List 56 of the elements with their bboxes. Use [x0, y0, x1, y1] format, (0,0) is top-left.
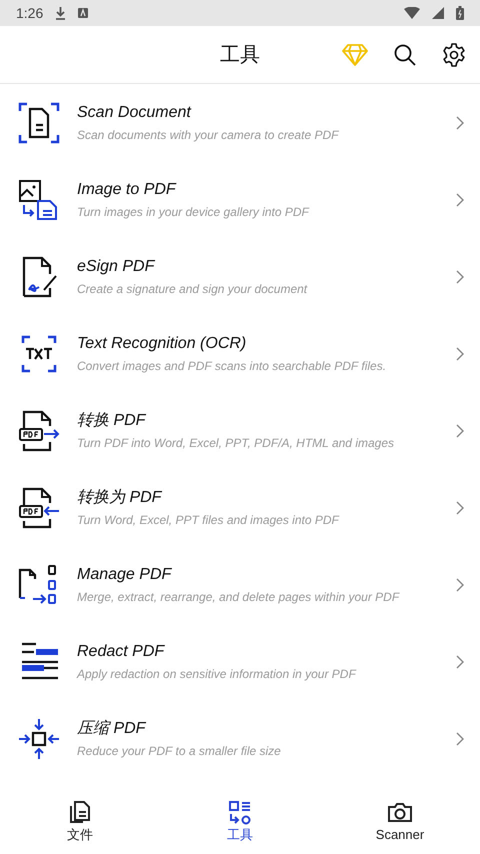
chevron-right-icon	[456, 654, 464, 668]
tool-title: Manage PDF	[77, 564, 173, 584]
status-time: 1:26	[16, 4, 44, 22]
scan-document-icon	[18, 102, 60, 144]
chevron-right-icon	[456, 346, 464, 360]
chevron-right-icon	[456, 116, 464, 130]
tool-description: Turn Word, Excel, PPT files and images into PDF	[77, 512, 340, 528]
tool-title: Redact PDF	[77, 642, 166, 662]
chevron-right-icon	[456, 424, 464, 438]
tool-description: Apply redaction on sensitive information in your PDF	[77, 666, 358, 682]
document-icon	[68, 801, 92, 825]
tool-item[interactable]: 压缩 PDF Reduce your PDF to a smaller file size	[0, 700, 480, 777]
tool-title: 转换为 PDF	[77, 488, 164, 508]
page-title: 工具	[219, 42, 261, 68]
tool-item[interactable]: Scan Document Scan documents with your camera to create PDF	[0, 84, 480, 161]
compress-icon	[18, 718, 60, 760]
notification-icon	[78, 8, 88, 18]
tool-description: Reduce your PDF to a smaller file size	[77, 742, 282, 758]
nav-tab[interactable]: 文件	[0, 795, 160, 854]
tools-icon	[228, 801, 252, 825]
tool-title: 压缩 PDF	[77, 718, 148, 738]
image-to-document-icon	[18, 178, 60, 220]
tool-description: Scan documents with your camera to create PDF	[77, 126, 340, 142]
tool-item[interactable]: 转换 PDF Turn PDF into Word, Excel, PPT, PDF/A, HTML and images	[0, 392, 480, 469]
tool-description: Create a signature and sign your document	[77, 280, 308, 296]
tool-item[interactable]: Image to PDF Turn images in your device gallery into PDF	[0, 161, 480, 238]
tool-title: eSign PDF	[77, 256, 156, 276]
tool-description: Turn images in your device gallery into PDF	[77, 204, 310, 220]
search-icon[interactable]	[394, 44, 416, 66]
download-icon	[55, 6, 66, 20]
battery-icon	[456, 6, 464, 20]
tool-title: Image to PDF	[77, 180, 178, 200]
chevron-right-icon	[456, 578, 464, 592]
tool-title: Scan Document	[77, 102, 192, 122]
chevron-right-icon	[456, 732, 464, 746]
camera-icon	[388, 801, 412, 825]
tool-description: Convert images and PDF scans into searchable PDF files.	[77, 358, 388, 374]
signal-icon	[432, 7, 444, 19]
tool-description: Turn PDF into Word, Excel, PPT, PDF/A, HTML and images	[77, 434, 395, 450]
tool-item[interactable]: Manage PDF Merge, extract, rearrange, and delete pages within your PDF	[0, 546, 480, 623]
tool-item[interactable]: Text Recognition (OCR) Convert images and PDF scans into searchable PDF files.	[0, 315, 480, 392]
wifi-icon	[404, 7, 420, 19]
tool-item[interactable]: eSign PDF Create a signature and sign your document	[0, 238, 480, 315]
tool-description: Merge, extract, rearrange, and delete pages within your PDF	[77, 588, 401, 604]
chevron-right-icon	[456, 192, 464, 206]
tool-item[interactable]: Redact PDF Apply redaction on sensitive information in your PDF	[0, 623, 480, 700]
nav-tab[interactable]: Scanner	[320, 795, 480, 854]
tool-title: 转换 PDF	[77, 410, 148, 430]
settings-icon[interactable]	[442, 42, 466, 66]
import-document-icon	[18, 486, 60, 528]
chevron-right-icon	[456, 270, 464, 284]
nav-tab[interactable]: 工具	[160, 795, 320, 854]
export-document-icon	[18, 410, 60, 452]
tool-item[interactable]: 转换为 PDF Turn Word, Excel, PPT files and images into PDF	[0, 469, 480, 546]
chevron-right-icon	[456, 500, 464, 514]
tool-title: Text Recognition (OCR)	[77, 334, 248, 354]
